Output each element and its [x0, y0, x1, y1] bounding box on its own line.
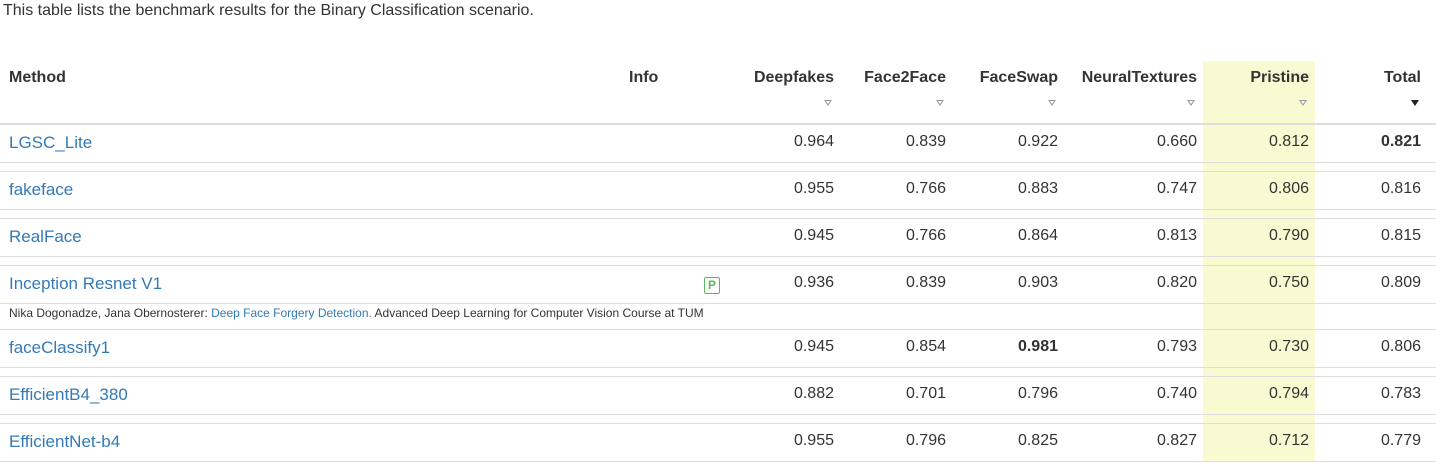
cell-neuraltextures: 0.793 [1156, 338, 1197, 355]
sort-total-icon[interactable] [1411, 100, 1419, 106]
publication-badge-icon[interactable]: P [704, 277, 720, 294]
row-divider [0, 329, 1436, 330]
cell-neuraltextures: 0.827 [1156, 432, 1197, 449]
cell-pristine: 0.812 [1268, 133, 1309, 150]
row-divider [0, 209, 1436, 210]
cell-pristine: 0.712 [1268, 432, 1309, 449]
publication-link[interactable]: Deep Face Forgery Detection. [211, 306, 372, 320]
cell-pristine: 0.750 [1268, 274, 1309, 291]
cell-deepfakes: 0.882 [793, 385, 834, 402]
column-header-method[interactable]: Method [9, 69, 66, 87]
column-header-faceswap[interactable]: FaceSwap [980, 69, 1058, 87]
method-link[interactable]: RealFace [9, 227, 82, 247]
cell-face2face: 0.766 [905, 227, 946, 244]
cell-faceswap: 0.796 [1017, 385, 1058, 402]
cell-neuraltextures: 0.740 [1156, 385, 1197, 402]
cell-total: 0.809 [1380, 274, 1421, 291]
cell-face2face: 0.701 [905, 385, 946, 402]
row-divider [0, 265, 1436, 266]
cell-neuraltextures: 0.660 [1156, 133, 1197, 150]
note-venue: Advanced Deep Learning for Computer Visi… [371, 306, 704, 320]
cell-total: 0.815 [1380, 227, 1421, 244]
column-header-face2face[interactable]: Face2Face [864, 69, 946, 87]
row-divider [0, 218, 1436, 219]
cell-total: 0.806 [1380, 338, 1421, 355]
cell-neuraltextures: 0.813 [1156, 227, 1197, 244]
method-link[interactable]: EfficientB4_380 [9, 385, 128, 405]
row-divider [0, 423, 1436, 424]
cell-pristine: 0.790 [1268, 227, 1309, 244]
cell-faceswap: 0.981 [1017, 338, 1058, 355]
row-divider [0, 303, 1436, 304]
cell-face2face: 0.854 [905, 338, 946, 355]
table-description: This table lists the benchmark results f… [3, 2, 534, 19]
method-link[interactable]: LGSC_Lite [9, 133, 92, 153]
cell-faceswap: 0.864 [1017, 227, 1058, 244]
cell-neuraltextures: 0.820 [1156, 274, 1197, 291]
cell-pristine: 0.730 [1268, 338, 1309, 355]
cell-neuraltextures: 0.747 [1156, 180, 1197, 197]
sort-faceswap-icon[interactable] [1048, 100, 1056, 106]
cell-face2face: 0.839 [905, 133, 946, 150]
sort-neuraltextures-icon[interactable] [1187, 100, 1195, 106]
row-divider [0, 171, 1436, 172]
row-divider [0, 162, 1436, 163]
cell-pristine: 0.794 [1268, 385, 1309, 402]
cell-total: 0.783 [1380, 385, 1421, 402]
row-divider [0, 461, 1436, 462]
cell-deepfakes: 0.945 [793, 227, 834, 244]
cell-face2face: 0.796 [905, 432, 946, 449]
column-header-neuraltextures[interactable]: NeuralTextures [1082, 69, 1197, 87]
method-link[interactable]: fakeface [9, 180, 73, 200]
cell-total: 0.779 [1380, 432, 1421, 449]
sort-face2face-icon[interactable] [936, 100, 944, 106]
row-divider [0, 256, 1436, 257]
method-link[interactable]: faceClassify1 [9, 338, 110, 358]
cell-faceswap: 0.922 [1017, 133, 1058, 150]
column-header-info: Info [629, 69, 659, 86]
column-header-total[interactable]: Total [1384, 69, 1421, 87]
cell-faceswap: 0.903 [1017, 274, 1058, 291]
method-link[interactable]: Inception Resnet V1 [9, 274, 162, 294]
cell-deepfakes: 0.955 [793, 432, 834, 449]
cell-total: 0.816 [1380, 180, 1421, 197]
sort-deepfakes-icon[interactable] [824, 100, 832, 106]
cell-deepfakes: 0.964 [793, 133, 834, 150]
row-divider [0, 367, 1436, 368]
row-divider [0, 376, 1436, 377]
sort-pristine-icon[interactable] [1299, 100, 1307, 106]
cell-faceswap: 0.825 [1017, 432, 1058, 449]
cell-pristine: 0.806 [1268, 180, 1309, 197]
method-link[interactable]: EfficientNet-b4 [9, 432, 120, 452]
cell-deepfakes: 0.945 [793, 338, 834, 355]
cell-face2face: 0.839 [905, 274, 946, 291]
cell-deepfakes: 0.955 [793, 180, 834, 197]
header-divider [0, 123, 1436, 125]
cell-total: 0.821 [1380, 133, 1421, 150]
cell-deepfakes: 0.936 [793, 274, 834, 291]
publication-note: Nika Dogonadze, Jana Obernosterer: Deep … [9, 306, 704, 320]
cell-faceswap: 0.883 [1017, 180, 1058, 197]
column-header-deepfakes[interactable]: Deepfakes [754, 69, 834, 87]
note-authors: Nika Dogonadze, Jana Obernosterer: [9, 306, 212, 320]
cell-face2face: 0.766 [905, 180, 946, 197]
column-header-pristine[interactable]: Pristine [1250, 69, 1309, 87]
row-divider [0, 414, 1436, 415]
